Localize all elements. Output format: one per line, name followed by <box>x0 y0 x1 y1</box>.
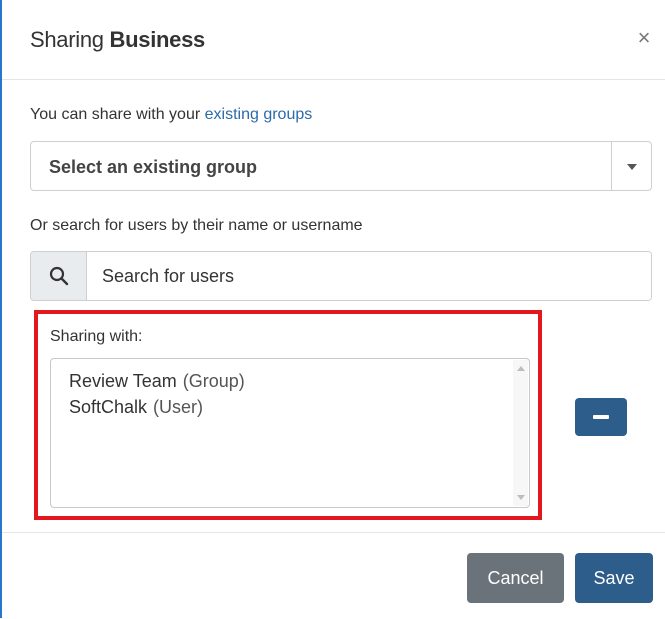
share-item-kind: (Group) <box>182 371 245 391</box>
group-select-value: Select an existing group <box>49 157 258 177</box>
dialog-header: Sharing Business × <box>2 0 665 80</box>
search-input[interactable] <box>87 252 651 300</box>
minus-icon <box>593 415 609 419</box>
sharing-list[interactable]: Review Team (Group) SoftChalk (User) <box>50 358 530 508</box>
remove-share-button[interactable] <box>575 398 627 436</box>
list-scrollbar[interactable] <box>513 360 528 506</box>
caret-down-icon <box>627 164 637 170</box>
users-intro: Or search for users by their name or use… <box>30 217 363 234</box>
search-icon <box>49 266 69 286</box>
share-item-kind: (User) <box>153 397 204 417</box>
dialog-title-prefix: Sharing <box>30 27 104 52</box>
sharing-with-label: Sharing with: <box>50 328 143 345</box>
groups-intro-text: You can share with your <box>30 106 205 123</box>
scroll-up-icon[interactable] <box>517 366 525 371</box>
scroll-down-icon[interactable] <box>517 495 525 500</box>
search-addon <box>31 252 87 300</box>
group-select-toggle[interactable] <box>611 142 651 190</box>
cancel-button[interactable]: Cancel <box>467 553 564 603</box>
save-button[interactable]: Save <box>575 553 653 603</box>
close-icon[interactable]: × <box>634 26 654 50</box>
existing-groups-link[interactable]: existing groups <box>205 106 313 123</box>
window-edge <box>0 0 2 618</box>
group-select[interactable]: Select an existing group <box>30 141 652 191</box>
dialog-title: Sharing Business <box>30 27 205 53</box>
user-search <box>30 251 652 301</box>
dialog-title-name: Business <box>109 27 206 52</box>
list-item[interactable]: SoftChalk (User) <box>69 397 203 418</box>
dialog-footer <box>2 532 665 619</box>
share-item-name: SoftChalk <box>69 397 148 417</box>
groups-intro: You can share with your existing groups <box>30 106 312 124</box>
share-item-name: Review Team <box>69 371 177 391</box>
list-item[interactable]: Review Team (Group) <box>69 371 245 392</box>
